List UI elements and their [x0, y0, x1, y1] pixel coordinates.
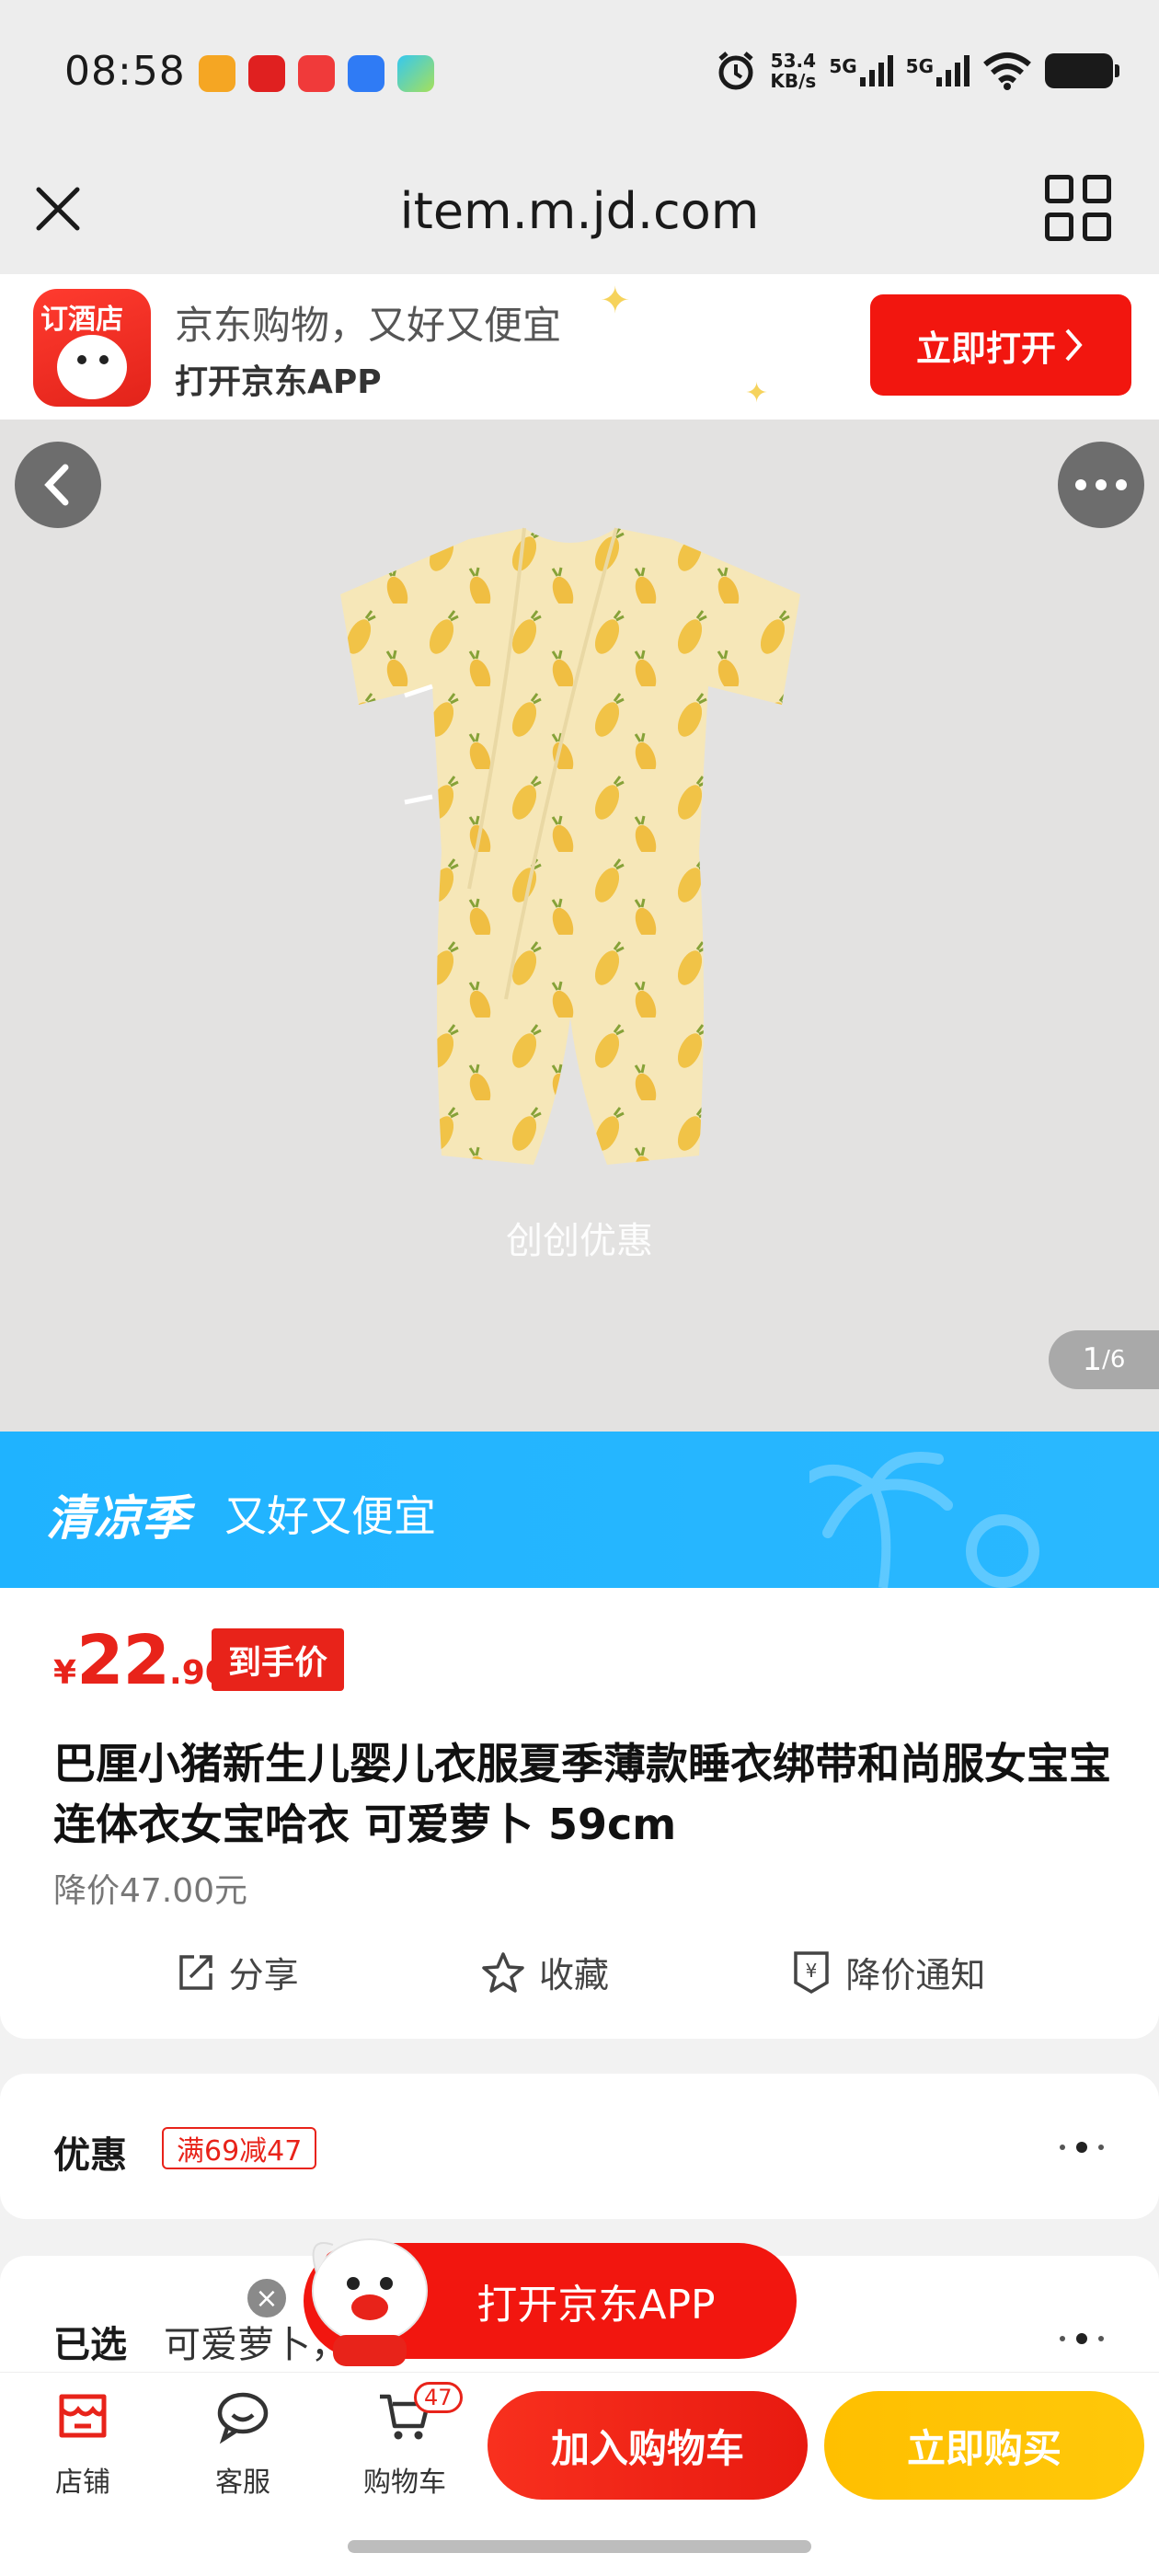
signal-5g-2: 5G [906, 55, 970, 86]
coupon-badge: 满69减47 [162, 2127, 317, 2169]
price-alert-icon: ¥ [794, 1950, 830, 1994]
price: ¥ 22 .90 [53, 1621, 228, 1700]
status-bar: 08:58 53.4 KB/s 5G 5G [0, 0, 1159, 147]
selected-label: 已选 [53, 2324, 127, 2366]
cart-tab[interactable]: 购物车 47 [340, 2382, 469, 2500]
notification-icons [199, 55, 434, 92]
browser-titlebar: item.m.jd.com [0, 147, 1159, 274]
clock: 08:58 [64, 48, 186, 95]
star-icon [482, 1951, 524, 1993]
promo-title: 清凉季 [46, 1491, 190, 1547]
signal-5g-1: 5G [829, 55, 893, 86]
discount-label: 优惠 [53, 2134, 127, 2177]
more-dots-icon [1075, 479, 1127, 490]
palm-tree-icon [809, 1452, 1039, 1588]
promo-subtitle: 又好又便宜 [224, 1491, 436, 1541]
buy-now-button[interactable]: 立即购买 [824, 2391, 1144, 2500]
price-alert-button[interactable]: ¥ 降价通知 [790, 1947, 985, 1997]
sparkle-icon: ✦ [745, 377, 769, 409]
open-app-banner[interactable]: 订酒店 京东购物，又好又便宜 打开京东APP ✦ ✦ 立即打开 [0, 274, 1159, 420]
blue-app-icon [348, 55, 384, 92]
chevron-left-icon [44, 464, 69, 506]
jd-app-logo: 订酒店 [33, 289, 151, 407]
image-counter: 1/6 [1049, 1330, 1159, 1389]
store-tab[interactable]: 店铺 [18, 2387, 147, 2500]
promo-strip: 清凉季 又好又便宜 [0, 1432, 1159, 1588]
signal-bars-icon [859, 55, 893, 86]
cart-count-badge: 47 [414, 2382, 463, 2413]
banner-slogan: 京东购物，又好又便宜 [175, 303, 562, 348]
favorite-button[interactable]: 收藏 [480, 1947, 609, 1997]
wifi-icon [983, 52, 1031, 90]
price-drop-text: 降价47.00元 [53, 1872, 248, 1910]
product-image-gallery[interactable]: 创创优惠 1/6 [0, 420, 1159, 1432]
alarm-icon [718, 52, 753, 90]
bilibili-icon [199, 55, 235, 92]
close-icon[interactable]: × [245, 2276, 289, 2320]
svg-text:¥: ¥ [806, 1960, 818, 1982]
signal-bars-icon [936, 55, 970, 86]
more-dots-icon[interactable] [1060, 2142, 1104, 2153]
product-page: 08:58 53.4 KB/s 5G 5G item.m.jd.com 订酒店 … [0, 0, 1159, 2576]
share-icon [178, 1954, 212, 1990]
home-indicator[interactable] [348, 2540, 811, 2553]
more-dots-icon[interactable] [1060, 2333, 1104, 2344]
network-speed: 53.4 KB/s [770, 50, 817, 92]
open-now-button[interactable]: 立即打开 [870, 294, 1131, 396]
joy-mascot-icon [312, 2238, 428, 2366]
jd-hotel-icon [298, 55, 335, 92]
chevron-right-icon [1065, 328, 1083, 362]
banner-cta-text: 打开京东APP [175, 363, 382, 401]
grid-menu-icon[interactable] [1045, 175, 1111, 241]
share-button[interactable]: 分享 [174, 1947, 299, 1997]
battery-icon [1045, 53, 1119, 88]
price-card: ¥ 22 .90 到手价 巴厘小猪新生儿婴儿衣服夏季薄款睡衣绑带和尚服女宝宝连体… [0, 1588, 1159, 2039]
sparkle-icon: ✦ [600, 280, 631, 322]
bottom-action-bar: 店铺 客服 购物车 47 加入购物车 立即购买 [0, 2372, 1159, 2576]
chat-icon [217, 2392, 269, 2444]
product-image-romper [340, 527, 800, 1165]
joy-mascot-icon [57, 335, 127, 399]
more-options-button[interactable] [1058, 442, 1144, 528]
product-title: 巴厘小猪新生儿婴儿衣服夏季薄款睡衣绑带和尚服女宝宝连体衣女宝哈衣 可爱萝卜 59… [53, 1739, 1111, 1849]
customer-service-tab[interactable]: 客服 [178, 2387, 307, 2500]
add-to-cart-button[interactable]: 加入购物车 [488, 2391, 808, 2500]
product-actions: 分享 收藏 ¥ 降价通知 [0, 1947, 1159, 1997]
store-icon [59, 2394, 107, 2438]
telegram-icon [397, 55, 434, 92]
system-icons: 53.4 KB/s 5G 5G [715, 50, 1119, 92]
final-price-badge: 到手价 [212, 1628, 345, 1691]
page-url: item.m.jd.com [399, 182, 760, 240]
huawei-app-icon [248, 55, 285, 92]
discount-row[interactable]: 优惠 满69减47 [0, 2074, 1159, 2219]
back-button[interactable] [15, 442, 101, 528]
image-watermark: 创创优惠 [506, 1220, 653, 1262]
